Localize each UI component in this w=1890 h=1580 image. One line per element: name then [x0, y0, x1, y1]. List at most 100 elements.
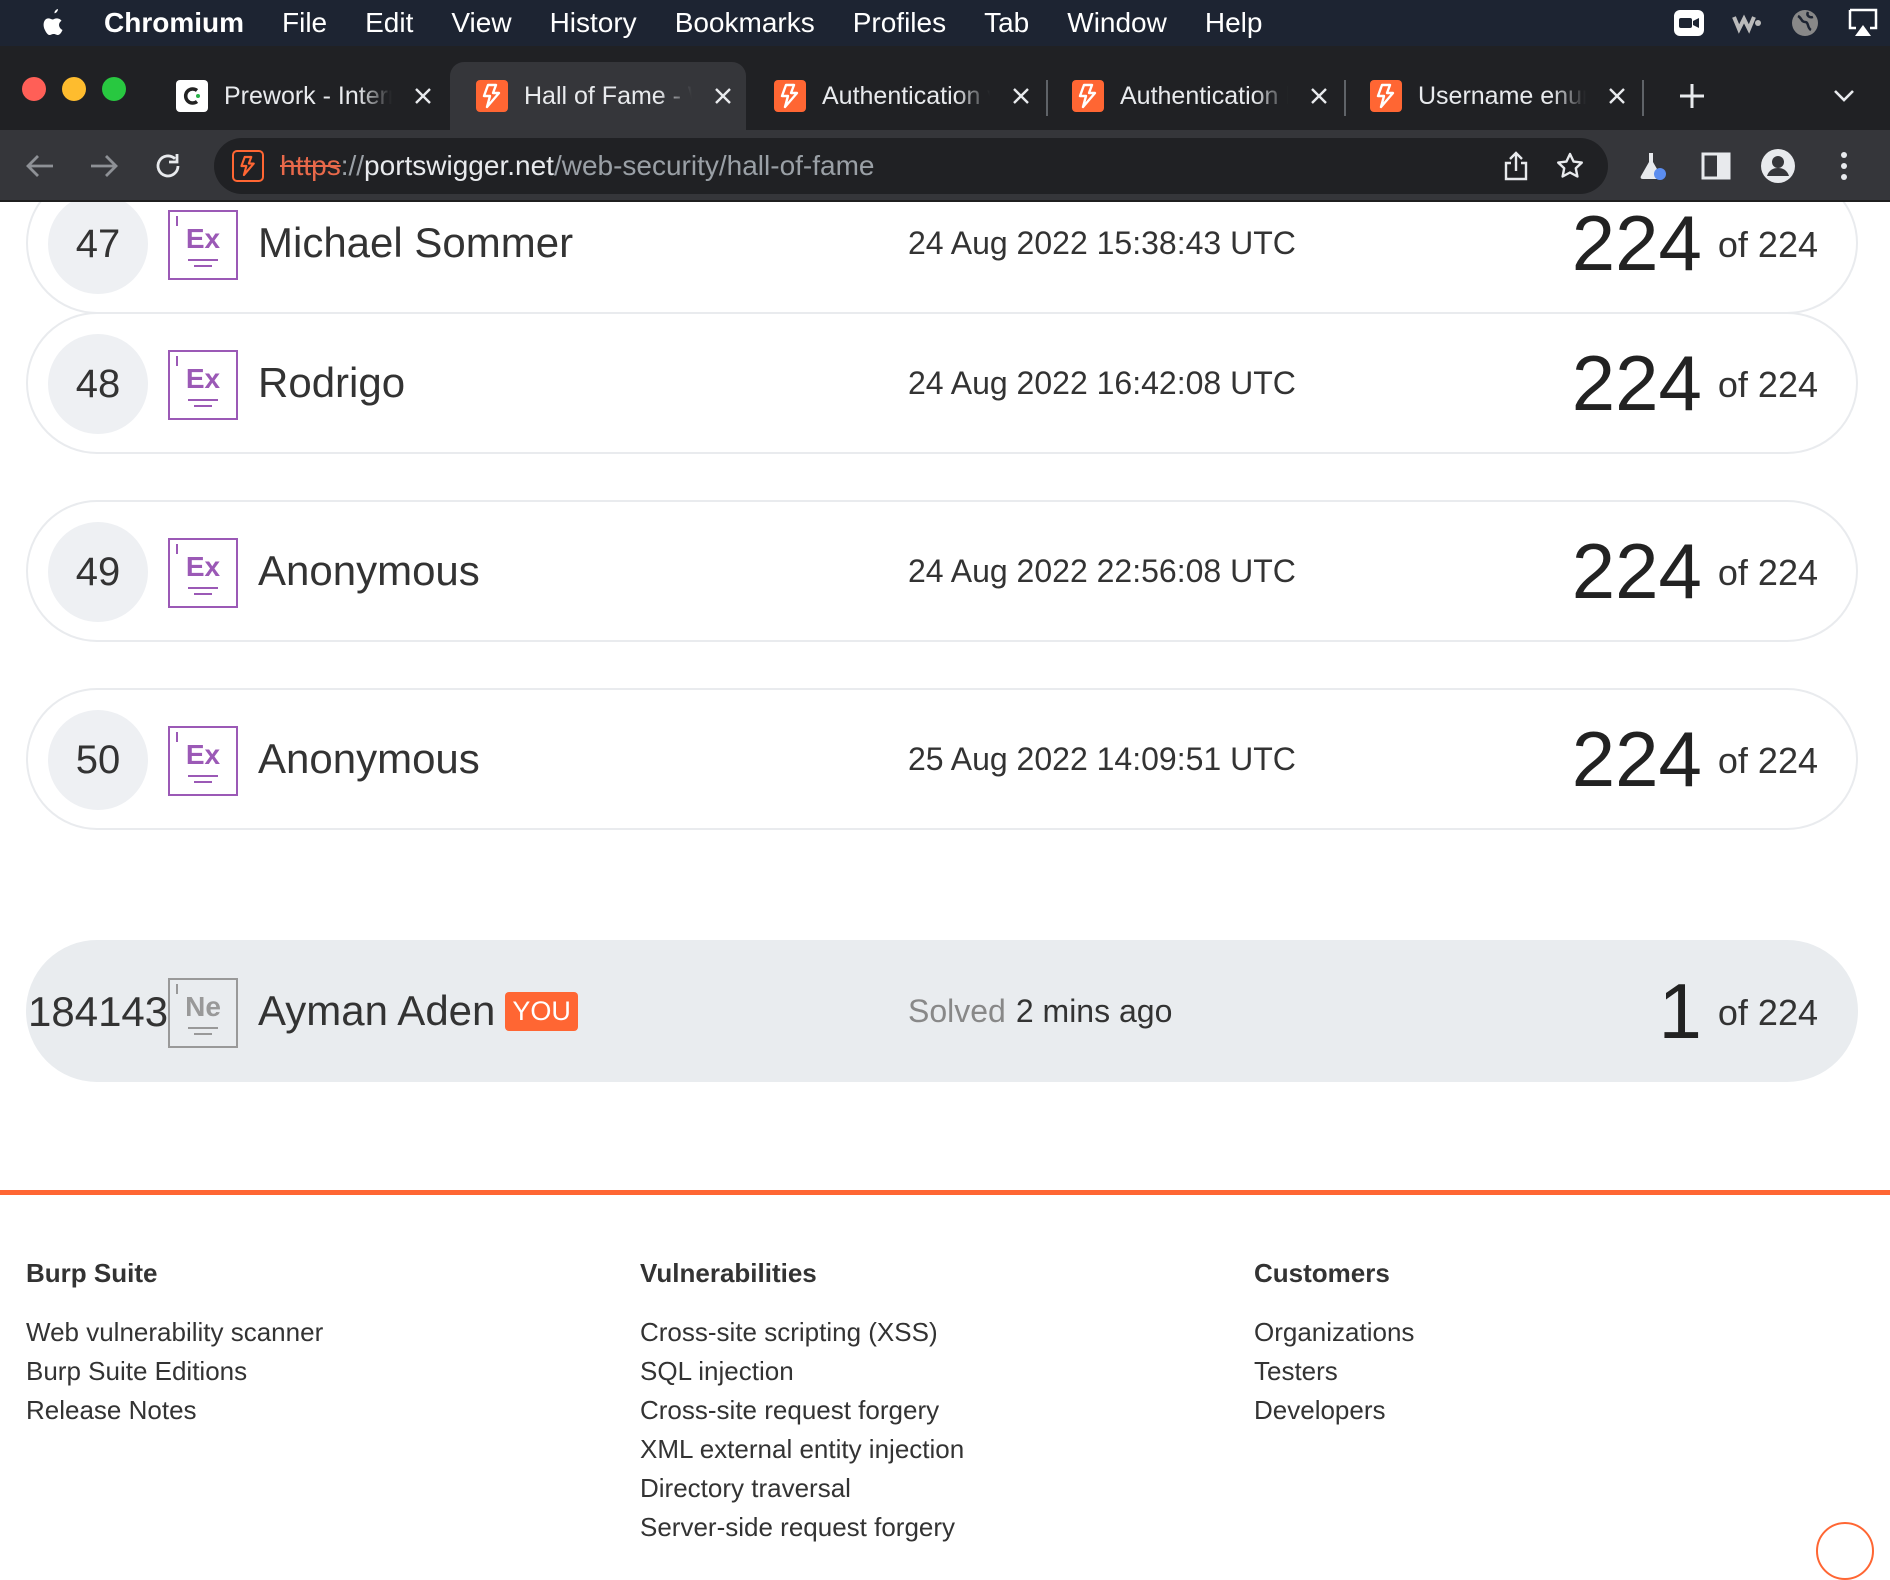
labs-solved: 224 — [1571, 338, 1702, 427]
tab-title: Authentication vulnerabilities — [822, 81, 990, 110]
portswigger-icon — [774, 80, 806, 112]
menu-help[interactable]: Help — [1205, 7, 1263, 39]
footer-link[interactable]: Cross-site request forgery — [640, 1391, 964, 1430]
footer-link[interactable]: Server-side request forgery — [640, 1508, 964, 1546]
back-arrow-icon[interactable] — [20, 146, 60, 186]
portswigger-icon — [476, 80, 508, 112]
side-panel-icon[interactable] — [1696, 146, 1736, 186]
user-name-container: Ayman Aden YOU — [258, 942, 578, 1080]
rank-number: 184143 — [28, 988, 169, 1035]
portswigger-site-icon[interactable] — [232, 150, 264, 182]
badge-label: Ex — [185, 739, 221, 770]
tab-username-enumeration[interactable]: Username enumeration — [1344, 62, 1640, 130]
badge-label: Ne — [185, 991, 221, 1022]
score: 224 of 224 — [1572, 690, 1818, 828]
new-tab-plus-icon[interactable] — [1672, 76, 1712, 116]
footer-column-vulnerabilities: Vulnerabilities Cross-site scripting (XS… — [640, 1258, 964, 1546]
solved-when: 2 mins ago — [1015, 992, 1173, 1029]
expert-badge-icon: Ex — [168, 210, 238, 280]
scroll-to-top-button[interactable] — [1816, 1522, 1874, 1580]
tab-authentication[interactable]: Authentication vulnerabilities — [748, 62, 1044, 130]
footer-divider — [0, 1190, 1890, 1195]
close-window-button[interactable] — [22, 77, 46, 101]
score: 224 of 224 — [1572, 202, 1818, 312]
rank-number: 50 — [48, 710, 148, 810]
footer-link[interactable]: Organizations — [1254, 1313, 1414, 1352]
leaderboard-row: 50 Ex Anonymous 25 Aug 2022 14:09:51 UTC… — [26, 688, 1858, 830]
rank-number: 48 — [48, 334, 148, 434]
solved-status: Solved 2 mins ago — [908, 942, 1172, 1080]
address-bar[interactable]: https://portswigger.net/web-security/hal… — [214, 138, 1608, 194]
footer-heading: Burp Suite — [26, 1258, 158, 1288]
tab-search-chevron-down-icon[interactable] — [1826, 78, 1862, 114]
tab-separator — [1642, 80, 1644, 116]
menu-app-name[interactable]: Chromium — [104, 7, 244, 39]
footer-heading: Customers — [1254, 1258, 1390, 1288]
reload-icon[interactable] — [148, 146, 188, 186]
menu-profiles[interactable]: Profiles — [853, 7, 946, 39]
menu-history[interactable]: History — [550, 7, 637, 39]
user-name: Anonymous — [258, 735, 480, 782]
footer-link[interactable]: SQL injection — [640, 1352, 964, 1391]
footer-link[interactable]: Burp Suite Editions — [26, 1352, 323, 1391]
video-camera-icon[interactable] — [1672, 8, 1706, 38]
url-text[interactable]: https://portswigger.net/web-security/hal… — [280, 150, 875, 182]
share-icon[interactable] — [1496, 146, 1536, 186]
close-tab-icon[interactable] — [1306, 83, 1332, 109]
tab-prework[interactable]: Prework - Internship — [150, 62, 446, 130]
profile-avatar-icon[interactable] — [1758, 146, 1798, 186]
forward-arrow-icon[interactable] — [84, 146, 124, 186]
leaderboard-row: 49 Ex Anonymous 24 Aug 2022 22:56:08 UTC… — [26, 500, 1858, 642]
tab-title: Authentication lab — [1120, 81, 1288, 110]
footer-link[interactable]: Web vulnerability scanner — [26, 1313, 323, 1352]
footer-link[interactable]: XML external entity injection — [640, 1430, 964, 1469]
tab-authentication-lab[interactable]: Authentication lab — [1046, 62, 1342, 130]
browser-toolbar: https://portswigger.net/web-security/hal… — [0, 130, 1890, 202]
close-tab-icon[interactable] — [710, 83, 736, 109]
menu-bookmarks[interactable]: Bookmarks — [675, 7, 815, 39]
footer-link[interactable]: Release Notes — [26, 1391, 323, 1430]
fullscreen-window-button[interactable] — [102, 77, 126, 101]
tab-strip: Prework - Internship Hall of Fame - Web … — [0, 46, 1890, 130]
url-host: portswigger.net — [364, 150, 554, 181]
tab-title: Username enumeration — [1418, 81, 1586, 110]
footer-link[interactable]: Cross-site scripting (XSS) — [640, 1313, 964, 1352]
page-content: 47 Ex Michael Sommer 24 Aug 2022 15:38:4… — [0, 202, 1890, 1546]
menu-view[interactable]: View — [451, 7, 511, 39]
minimize-window-button[interactable] — [62, 77, 86, 101]
badge-label: Ex — [185, 223, 221, 254]
footer-link[interactable]: Developers — [1254, 1391, 1414, 1430]
footer-heading: Vulnerabilities — [640, 1258, 817, 1288]
tab-hall-of-fame[interactable]: Hall of Fame - Web Security Academy — [450, 62, 746, 130]
menu-edit[interactable]: Edit — [365, 7, 413, 39]
codepath-icon — [176, 80, 208, 112]
labs-solved: 224 — [1571, 714, 1702, 803]
apple-icon[interactable] — [36, 6, 70, 40]
menu-file[interactable]: File — [282, 7, 327, 39]
footer-link[interactable]: Testers — [1254, 1352, 1414, 1391]
more-menu-icon[interactable] — [1824, 146, 1864, 186]
badge-label: Ex — [185, 551, 221, 582]
globe-icon[interactable] — [1788, 8, 1822, 38]
footer-link[interactable]: Directory traversal — [640, 1469, 964, 1508]
menu-tab[interactable]: Tab — [984, 7, 1029, 39]
menu-window[interactable]: Window — [1067, 7, 1167, 39]
close-tab-icon[interactable] — [1604, 83, 1630, 109]
portswigger-icon — [1072, 80, 1104, 112]
you-badge: YOU — [505, 991, 578, 1031]
chrome-labs-flask-icon[interactable] — [1632, 146, 1672, 186]
airplay-icon[interactable] — [1846, 8, 1880, 38]
user-name: Rodrigo — [258, 359, 406, 406]
current-user-row: 184143 Ne Ayman Aden YOU Solved 2 mins ago… — [26, 940, 1858, 1082]
webex-icon[interactable] — [1730, 8, 1764, 38]
status-tray — [1672, 0, 1880, 46]
user-name: Michael Sommer — [258, 219, 574, 266]
score: 224 of 224 — [1572, 502, 1818, 640]
rank-number: 49 — [48, 522, 148, 622]
bookmark-star-icon[interactable] — [1550, 146, 1590, 186]
score: 224 of 224 — [1572, 314, 1818, 452]
close-tab-icon[interactable] — [410, 83, 436, 109]
solved-timestamp: 24 Aug 2022 15:38:43 UTC — [908, 224, 1296, 261]
close-tab-icon[interactable] — [1008, 83, 1034, 109]
solved-label: Solved — [908, 992, 1006, 1029]
